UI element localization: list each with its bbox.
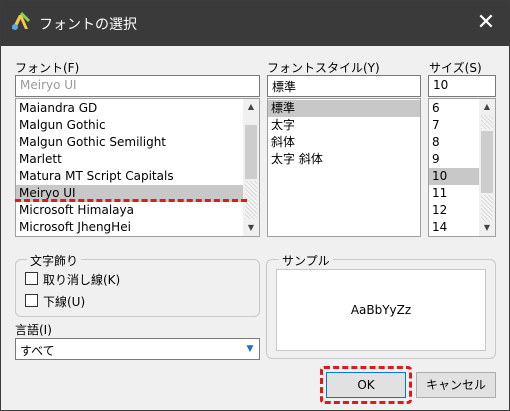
scroll-up-icon[interactable]: ▲ bbox=[243, 99, 259, 115]
font-label: フォント(F) bbox=[15, 61, 80, 75]
list-item[interactable]: 14 bbox=[429, 219, 479, 236]
strikeout-label[interactable]: 取り消し線(K) bbox=[43, 271, 120, 288]
font-dialog: フォントの選択 ✕ フォント(F) Meiryo UI Microsoft Jh… bbox=[0, 0, 510, 411]
list-item[interactable]: 7 bbox=[429, 117, 479, 134]
scrollbar-track[interactable] bbox=[481, 115, 493, 129]
window-title: フォントの選択 bbox=[39, 17, 137, 33]
list-item[interactable]: 標準 bbox=[268, 100, 420, 117]
list-item[interactable]: 斜体 bbox=[268, 134, 420, 151]
strikeout-checkbox[interactable] bbox=[25, 272, 38, 285]
scrollbar-track[interactable] bbox=[245, 181, 257, 219]
chevron-down-icon[interactable]: ▼ bbox=[241, 339, 259, 359]
font-app-icon bbox=[9, 11, 31, 33]
scrollbar-track[interactable] bbox=[481, 195, 493, 222]
list-item[interactable]: Malgun Gothic Semilight bbox=[16, 134, 243, 151]
list-item[interactable]: 9 bbox=[429, 151, 479, 168]
list-item[interactable]: Meiryo UI bbox=[16, 185, 243, 202]
title-bar: フォントの選択 ✕ bbox=[1, 1, 509, 46]
list-item[interactable]: 太字 斜体 bbox=[268, 151, 420, 168]
script-label: 言語(I) bbox=[15, 323, 52, 337]
script-select[interactable]: すべて ▼ bbox=[15, 338, 260, 360]
list-item[interactable]: 6 bbox=[429, 100, 479, 117]
sample-preview-box: AaBbYyZz bbox=[276, 269, 486, 351]
sample-group-title: サンプル bbox=[279, 252, 333, 269]
font-name-input[interactable]: Meiryo UI bbox=[15, 75, 260, 97]
list-item[interactable]: Maiandra GD bbox=[16, 100, 243, 117]
font-style-list[interactable]: 太字 斜体 斜体 太字 標準 bbox=[267, 98, 421, 237]
list-item[interactable]: Matura MT Script Capitals bbox=[16, 168, 243, 185]
cancel-button[interactable]: キャンセル bbox=[416, 372, 496, 398]
script-select-value: すべて bbox=[20, 344, 55, 358]
effects-group-title: 文字飾り bbox=[27, 252, 82, 269]
close-button[interactable]: ✕ bbox=[463, 1, 509, 46]
close-icon: ✕ bbox=[476, 10, 496, 35]
underline-checkbox[interactable] bbox=[25, 294, 38, 307]
size-list-scrollbar[interactable]: ▲ ▼ bbox=[479, 99, 495, 236]
list-item[interactable]: 太字 bbox=[268, 117, 420, 134]
underline-label[interactable]: 下線(U) bbox=[43, 293, 85, 310]
list-item[interactable]: 10 bbox=[429, 168, 479, 185]
list-item[interactable]: 11 bbox=[429, 185, 479, 202]
font-list-scrollbar[interactable]: ▲ ▼ bbox=[243, 99, 259, 236]
style-label: フォントスタイル(Y) bbox=[267, 61, 380, 75]
list-item[interactable]: 12 bbox=[429, 202, 479, 219]
list-item[interactable]: Microsoft Himalaya bbox=[16, 202, 243, 219]
font-size-list[interactable]: 14 12 11 10 9 8 7 6 ▲ ▼ bbox=[428, 98, 496, 237]
size-label: サイズ(S) bbox=[429, 61, 482, 75]
list-item[interactable]: Microsoft JhengHei bbox=[16, 219, 243, 236]
list-item[interactable]: 8 bbox=[429, 134, 479, 151]
font-list[interactable]: Microsoft JhengHei Microsoft Himalaya Meir… bbox=[15, 98, 260, 237]
ok-button[interactable]: OK bbox=[326, 372, 406, 398]
sample-text: AaBbYyZz bbox=[350, 303, 412, 317]
scroll-down-icon[interactable]: ▼ bbox=[479, 220, 495, 236]
list-item[interactable]: Marlett bbox=[16, 151, 243, 168]
scrollbar-thumb[interactable] bbox=[245, 125, 257, 179]
scroll-up-icon[interactable]: ▲ bbox=[479, 99, 495, 115]
font-style-input[interactable]: 標準 bbox=[267, 75, 421, 97]
scroll-down-icon[interactable]: ▼ bbox=[243, 220, 259, 236]
scrollbar-thumb[interactable] bbox=[481, 131, 493, 193]
font-size-input[interactable]: 10 bbox=[428, 75, 496, 97]
list-item[interactable]: Malgun Gothic bbox=[16, 117, 243, 134]
